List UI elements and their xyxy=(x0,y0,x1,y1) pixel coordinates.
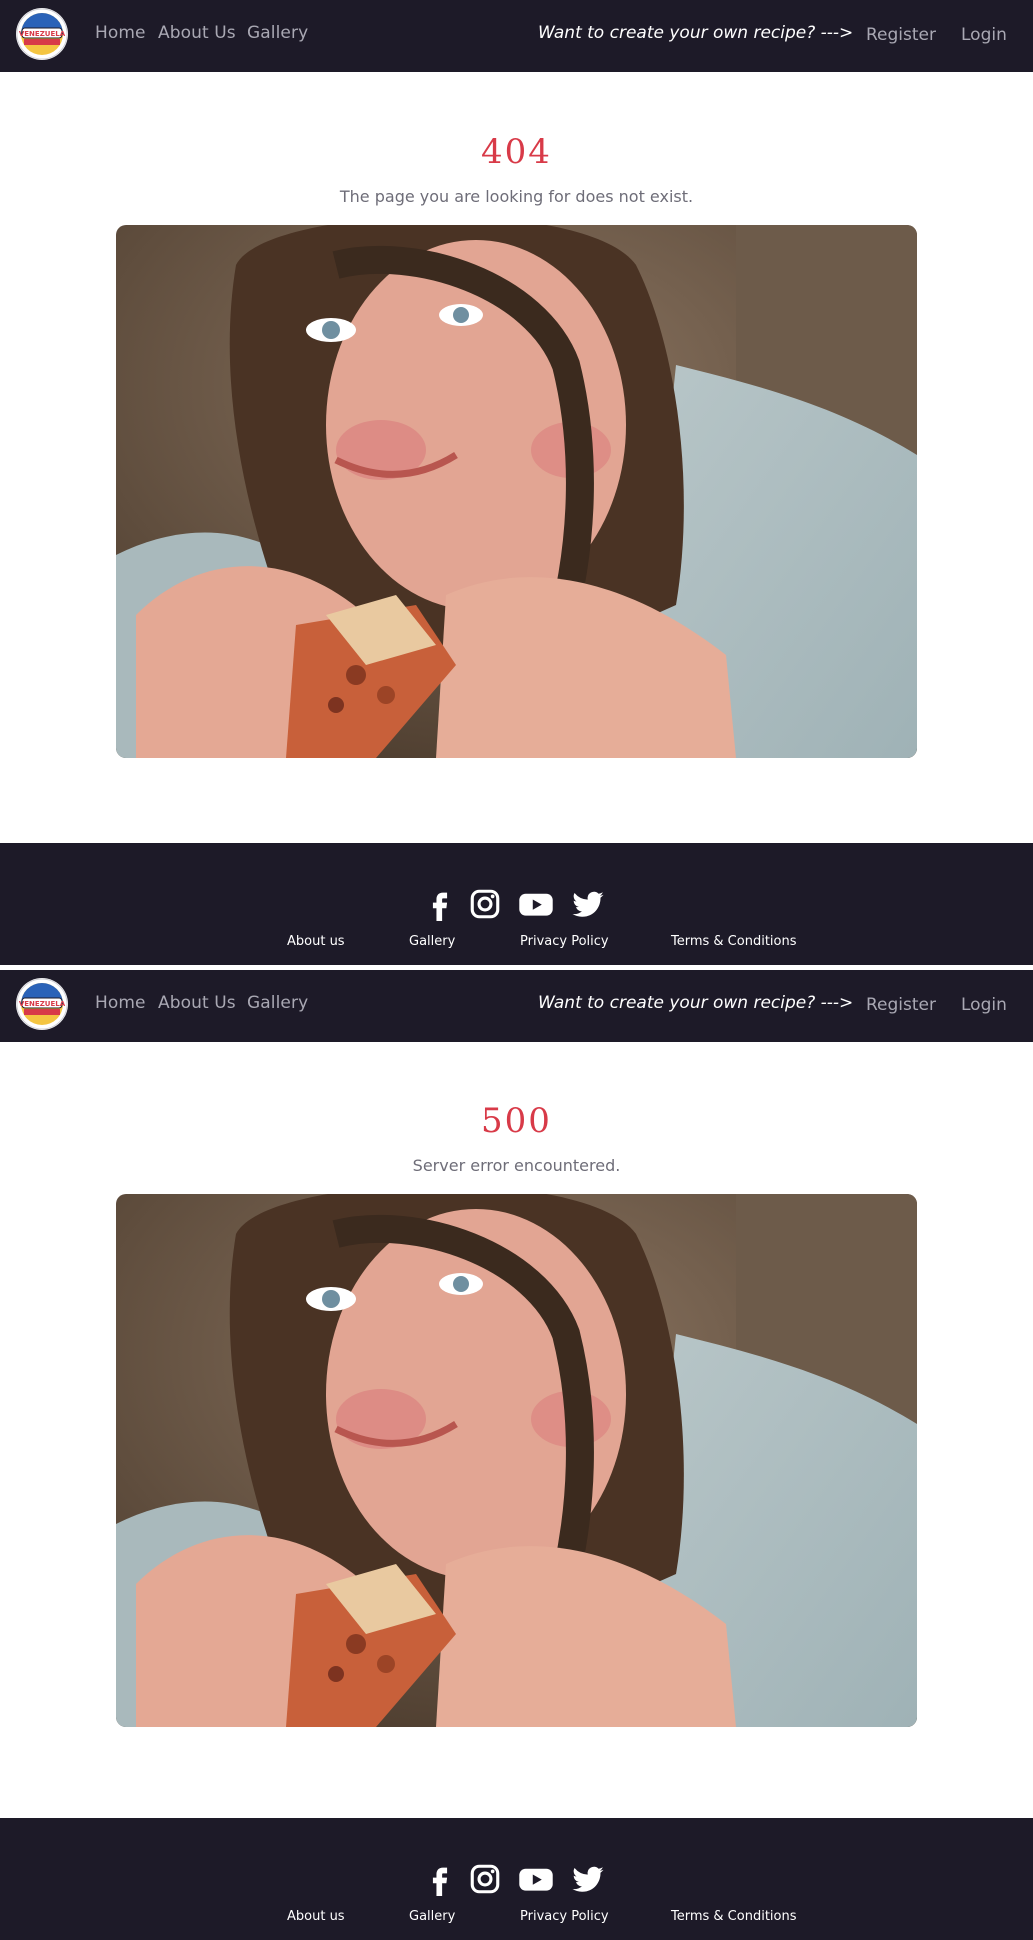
navbar: VENEZUELA Home About Us Gallery Want to … xyxy=(0,970,1033,1042)
logo[interactable]: VENEZUELA xyxy=(16,8,68,60)
youtube-icon[interactable] xyxy=(518,887,554,921)
nav-home-link[interactable]: Home xyxy=(95,23,146,43)
nav-about-link[interactable]: About Us xyxy=(158,23,236,43)
facebook-icon[interactable] xyxy=(423,887,457,921)
login-link[interactable]: Login xyxy=(961,995,1007,1015)
error-photo xyxy=(116,1194,917,1727)
nav-gallery-link[interactable]: Gallery xyxy=(247,23,308,43)
youtube-icon[interactable] xyxy=(518,1862,554,1896)
footer: About us Gallery Privacy Policy Terms & … xyxy=(0,843,1033,965)
footer-about-link[interactable]: About us xyxy=(287,1909,345,1924)
login-link[interactable]: Login xyxy=(961,25,1007,45)
screen-404: VENEZUELA Home About Us Gallery Want to … xyxy=(0,0,1033,966)
footer-gallery-link[interactable]: Gallery xyxy=(409,934,455,949)
create-recipe-link[interactable]: Want to create your own recipe? ---> xyxy=(538,23,853,43)
footer-privacy-link[interactable]: Privacy Policy xyxy=(520,1909,609,1924)
footer-about-link[interactable]: About us xyxy=(287,934,345,949)
footer: About us Gallery Privacy Policy Terms & … xyxy=(0,1818,1033,1940)
register-link[interactable]: Register xyxy=(866,995,936,1015)
twitter-icon[interactable] xyxy=(571,1862,605,1896)
nav-gallery-link[interactable]: Gallery xyxy=(247,993,308,1013)
error-message: The page you are looking for does not ex… xyxy=(339,187,694,206)
instagram-icon[interactable] xyxy=(468,1862,502,1896)
navbar: VENEZUELA Home About Us Gallery Want to … xyxy=(0,0,1033,72)
error-message: Server error encountered. xyxy=(412,1156,621,1175)
nav-about-link[interactable]: About Us xyxy=(158,993,236,1013)
logo[interactable]: VENEZUELA xyxy=(16,978,68,1030)
error-photo xyxy=(116,225,917,758)
error-code: 500 xyxy=(481,1101,552,1141)
facebook-icon[interactable] xyxy=(423,1862,457,1896)
register-link[interactable]: Register xyxy=(866,25,936,45)
instagram-icon[interactable] xyxy=(468,887,502,921)
nav-home-link[interactable]: Home xyxy=(95,993,146,1013)
screen-500: VENEZUELA Home About Us Gallery Want to … xyxy=(0,970,1033,1940)
svg-text:VENEZUELA: VENEZUELA xyxy=(19,30,66,38)
footer-terms-link[interactable]: Terms & Conditions xyxy=(671,934,797,949)
footer-terms-link[interactable]: Terms & Conditions xyxy=(671,1909,797,1924)
footer-privacy-link[interactable]: Privacy Policy xyxy=(520,934,609,949)
error-code: 404 xyxy=(481,132,552,172)
svg-text:VENEZUELA: VENEZUELA xyxy=(19,1000,66,1008)
create-recipe-link[interactable]: Want to create your own recipe? ---> xyxy=(538,993,853,1013)
footer-gallery-link[interactable]: Gallery xyxy=(409,1909,455,1924)
twitter-icon[interactable] xyxy=(571,887,605,921)
